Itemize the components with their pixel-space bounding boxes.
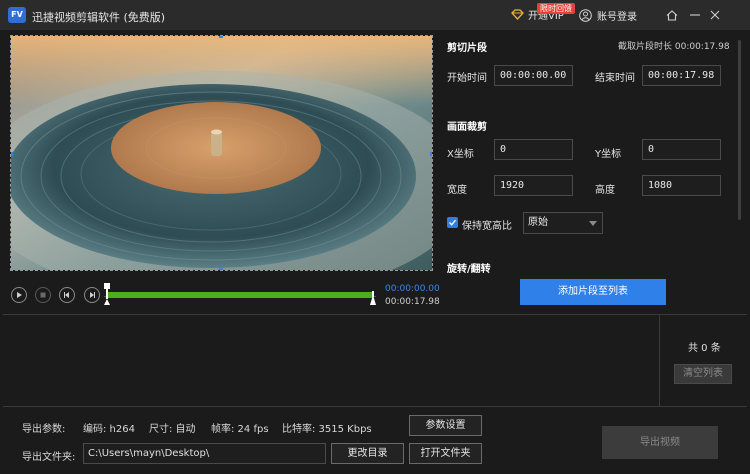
ratio-select-value: 原始	[528, 217, 548, 228]
user-icon	[579, 9, 592, 22]
height-input[interactable]: 1080	[642, 175, 721, 196]
close-icon	[710, 10, 720, 20]
export-folder-label: 导出文件夹:	[22, 452, 76, 463]
play-button[interactable]	[11, 287, 27, 303]
bitrate-value: 比特率: 3515 Kbps	[282, 424, 372, 435]
list-divider	[659, 314, 660, 407]
current-time: 00:00:00.00	[385, 284, 440, 294]
width-input[interactable]: 1920	[494, 175, 573, 196]
end-time-label: 结束时间	[595, 73, 635, 84]
rotate-section-title: 旋转/翻转	[447, 264, 491, 275]
change-dir-button[interactable]: 更改目录	[331, 443, 404, 464]
add-clip-button[interactable]: 添加片段至列表	[520, 279, 666, 305]
play-icon	[17, 292, 22, 298]
app-title: 迅捷视频剪辑软件 (免费版)	[32, 11, 166, 24]
app-logo-icon: FV	[8, 7, 26, 23]
clear-list-button[interactable]: 清空列表	[674, 364, 732, 384]
video-frame	[11, 36, 432, 270]
home-button[interactable]	[663, 6, 681, 24]
edit-panel: 剪切片段 截取片段时长 00:00:17.98 开始时间 00:00:00.00…	[440, 30, 736, 275]
clip-list[interactable]	[3, 314, 747, 407]
settings-button[interactable]: 参数设置	[409, 415, 482, 436]
x-coord-input[interactable]: 0	[494, 139, 573, 160]
check-icon	[449, 219, 457, 226]
promo-badge: 限时回馈	[537, 3, 575, 14]
stop-button[interactable]	[35, 287, 51, 303]
clip-duration: 截取片段时长 00:00:17.98	[618, 42, 730, 52]
diamond-icon	[511, 9, 524, 20]
start-time-label: 开始时间	[447, 73, 487, 84]
total-time: 00:00:17.98	[385, 297, 440, 307]
y-coord-input[interactable]: 0	[642, 139, 721, 160]
stop-icon	[40, 292, 46, 298]
export-params-label: 导出参数:	[22, 424, 66, 435]
timeline-selection[interactable]	[108, 292, 373, 298]
video-preview[interactable]	[10, 35, 433, 271]
keep-ratio-checkbox[interactable]	[447, 217, 458, 228]
codec-value: 编码: h264	[83, 424, 135, 435]
step-back-icon	[64, 292, 69, 298]
crop-handle[interactable]	[11, 152, 13, 156]
y-coord-label: Y坐标	[595, 149, 622, 160]
minimize-button[interactable]	[686, 6, 704, 24]
width-label: 宽度	[447, 185, 467, 196]
clip-count: 共 0 条	[688, 343, 721, 354]
home-icon	[666, 9, 678, 21]
height-label: 高度	[595, 185, 615, 196]
chevron-down-icon	[589, 221, 597, 226]
close-button[interactable]	[706, 6, 724, 24]
clip-section-title: 剪切片段	[447, 43, 487, 54]
crop-handle[interactable]	[219, 36, 223, 38]
start-time-input[interactable]: 00:00:00.00	[494, 65, 573, 86]
next-frame-button[interactable]	[84, 287, 100, 303]
minimize-icon	[690, 14, 700, 16]
login-button[interactable]: 账号登录	[579, 8, 637, 23]
prev-frame-button[interactable]	[59, 287, 75, 303]
keep-ratio-label: 保持宽高比	[462, 221, 512, 232]
timeline-end-handle[interactable]	[370, 283, 376, 305]
timeline-start-handle[interactable]	[104, 283, 110, 305]
ratio-select[interactable]: 原始	[523, 212, 603, 234]
crop-section-title: 画面裁剪	[447, 122, 487, 133]
title-bar: FV 迅捷视频剪辑软件 (免费版) 开通VIP 限时回馈 账号登录	[0, 0, 750, 30]
step-forward-icon	[90, 292, 95, 298]
fps-value: 帧率: 24 fps	[211, 424, 269, 435]
open-folder-button[interactable]: 打开文件夹	[409, 443, 482, 464]
x-coord-label: X坐标	[447, 149, 474, 160]
export-folder-input[interactable]: C:\Users\mayn\Desktop\	[83, 443, 326, 464]
export-video-button[interactable]: 导出视频	[602, 426, 718, 459]
end-time-input[interactable]: 00:00:17.98	[642, 65, 721, 86]
login-label: 账号登录	[597, 12, 637, 23]
size-value: 尺寸: 自动	[149, 424, 196, 435]
panel-scrollbar-thumb[interactable]	[738, 40, 741, 220]
